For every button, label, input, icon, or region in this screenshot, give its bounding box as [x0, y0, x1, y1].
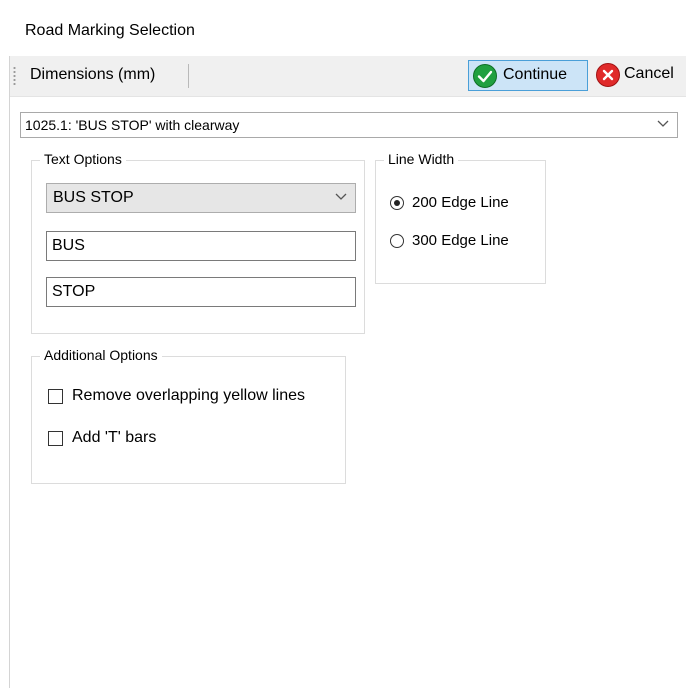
dialog-left-border	[9, 56, 10, 688]
close-circle-icon	[596, 63, 620, 87]
text-preset-value: BUS STOP	[53, 189, 134, 206]
text-options-group: Text Options BUS STOP BUS STOP	[31, 151, 365, 334]
text-preset-select[interactable]: BUS STOP	[46, 183, 356, 213]
road-marking-dialog: Road Marking Selection Dimensions (mm) C…	[0, 0, 686, 688]
text-line-2-value: STOP	[52, 283, 96, 300]
dimensions-button[interactable]: Dimensions (mm)	[30, 66, 155, 84]
line-width-group: Line Width 200 Edge Line 300 Edge Line	[375, 151, 546, 284]
radio-300-label: 300 Edge Line	[412, 232, 509, 249]
continue-label: Continue	[503, 66, 568, 83]
marking-type-value: 1025.1: 'BUS STOP' with clearway	[25, 117, 240, 133]
line-width-legend: Line Width	[384, 151, 459, 167]
check-circle-icon	[473, 64, 497, 88]
remove-overlapping-label: Remove overlapping yellow lines	[72, 387, 306, 404]
text-line-1-value: BUS	[52, 237, 85, 254]
chevron-down-icon	[657, 120, 669, 128]
additional-options-legend: Additional Options	[40, 347, 162, 363]
continue-button[interactable]: Continue	[468, 60, 588, 91]
toolbar: Dimensions (mm) Continue Cancel	[10, 56, 686, 97]
window-title: Road Marking Selection	[25, 22, 195, 39]
checkbox-icon	[48, 389, 63, 404]
cancel-button[interactable]: Cancel	[594, 60, 686, 91]
text-line-2-input[interactable]: STOP	[46, 277, 356, 307]
cancel-label: Cancel	[624, 65, 674, 82]
text-line-1-input[interactable]: BUS	[46, 231, 356, 261]
radio-200-label: 200 Edge Line	[412, 194, 509, 211]
checkbox-icon	[48, 431, 63, 446]
radio-unselected-icon	[390, 234, 404, 248]
radio-selected-icon	[390, 196, 404, 210]
chevron-down-icon	[335, 193, 347, 201]
marking-type-select[interactable]: 1025.1: 'BUS STOP' with clearway	[20, 112, 678, 138]
toolbar-grip-icon[interactable]	[13, 66, 16, 86]
additional-options-group: Additional Options Remove overlapping ye…	[31, 347, 346, 484]
text-options-legend: Text Options	[40, 151, 126, 167]
toolbar-separator	[188, 64, 189, 88]
add-t-bars-label: Add 'T' bars	[72, 429, 157, 446]
